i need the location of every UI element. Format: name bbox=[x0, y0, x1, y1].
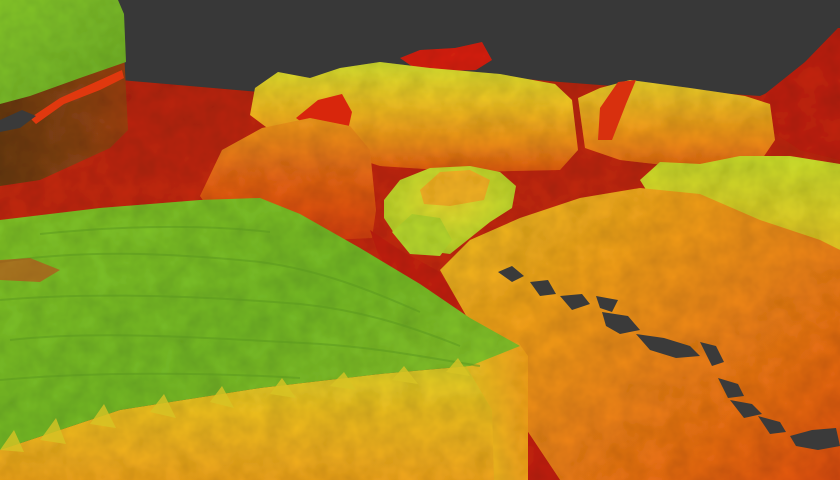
3d-terrain-viewport[interactable] bbox=[0, 0, 840, 480]
terrain-heightmap-render[interactable] bbox=[0, 0, 840, 480]
